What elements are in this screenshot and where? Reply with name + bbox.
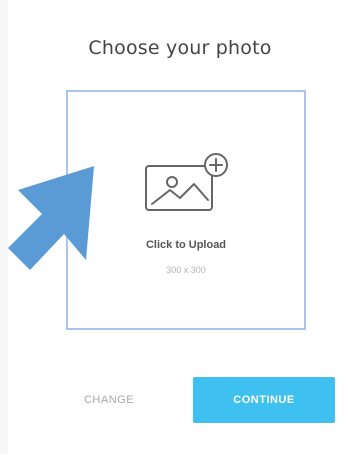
dialog-title: Choose your photo [88,37,272,59]
image-add-icon [145,153,228,211]
change-button[interactable]: CHANGE [62,384,156,416]
continue-button[interactable]: CONTINUE [193,377,335,423]
pointer-arrow-icon [8,166,94,270]
